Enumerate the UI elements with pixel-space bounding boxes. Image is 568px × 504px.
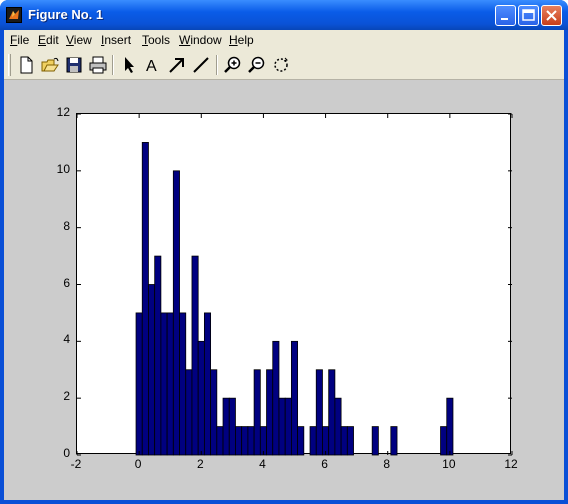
title-bar[interactable]: Figure No. 1 — [0, 0, 568, 30]
histogram-bar — [185, 369, 193, 456]
histogram-bar — [272, 340, 280, 456]
insert-arrow-icon[interactable] — [166, 54, 188, 76]
histogram-bar — [284, 397, 292, 456]
zoom-out-icon[interactable] — [246, 54, 268, 76]
histogram-bar — [135, 312, 143, 456]
x-tick-label: 6 — [321, 457, 328, 471]
histogram-bar — [446, 397, 454, 456]
histogram-bar — [322, 426, 330, 456]
histogram-bar — [160, 312, 168, 456]
x-tick-label: 0 — [134, 457, 142, 471]
histogram-bar — [371, 426, 379, 456]
menu-bar: File Edit View Insert Tools Window Help — [4, 30, 564, 50]
x-tick-label: 2 — [196, 457, 204, 471]
histogram-bar — [203, 312, 212, 456]
matlab-icon[interactable] — [6, 7, 22, 23]
histogram-bar — [172, 170, 180, 456]
histogram-bar — [247, 426, 255, 456]
rotate-3d-icon[interactable] — [270, 54, 292, 76]
figure-canvas: 0 2 4 6 8 10 12 -2 0 2 4 6 8 10 12 — [4, 80, 564, 500]
histogram-bar — [340, 426, 348, 456]
maximize-button[interactable] — [518, 5, 539, 26]
menu-view[interactable]: View — [66, 33, 92, 47]
histogram-bar — [315, 369, 323, 456]
x-tick-label: 4 — [259, 457, 266, 471]
select-arrow-icon[interactable] — [118, 54, 140, 76]
new-figure-icon[interactable] — [15, 54, 37, 76]
x-tick-label: 10 — [442, 457, 456, 471]
histogram-bar — [166, 312, 174, 456]
histogram-bar — [297, 426, 305, 456]
histogram-bar — [390, 426, 398, 456]
menu-file[interactable]: File — [10, 33, 29, 47]
histogram-bar — [334, 397, 342, 456]
histogram-bar — [228, 397, 236, 456]
x-tick-label: 8 — [383, 457, 391, 471]
menu-help[interactable]: Help — [229, 33, 254, 47]
histogram-bar — [179, 312, 187, 456]
y-tick-label: 4 — [63, 332, 70, 347]
toolbar-separator — [112, 55, 114, 75]
menu-insert[interactable]: Insert — [101, 33, 131, 47]
histogram-bar — [235, 426, 243, 456]
figure-window: Figure No. 1 File Edit View Insert Tools… — [0, 0, 568, 504]
plot-axes[interactable] — [76, 113, 513, 456]
zoom-in-icon[interactable] — [222, 54, 244, 76]
histogram-bar — [148, 284, 156, 456]
y-tick-label: 10 — [56, 161, 70, 176]
x-tick-label: -2 — [70, 457, 82, 471]
y-tick-label: 8 — [63, 218, 70, 233]
histogram-bar — [197, 340, 205, 456]
histogram-plot — [76, 113, 513, 456]
histogram-bar — [440, 426, 448, 456]
toolbar-separator — [216, 55, 218, 75]
histogram-bar — [222, 397, 230, 456]
histogram-bar — [253, 369, 261, 456]
toolbar-grip[interactable] — [8, 54, 11, 76]
print-icon[interactable] — [87, 54, 109, 76]
histogram-bar — [216, 426, 224, 456]
menu-tools[interactable]: Tools — [142, 33, 170, 47]
histogram-bar — [191, 255, 199, 456]
insert-text-icon[interactable]: A — [142, 54, 164, 76]
y-tick-label: 2 — [63, 389, 70, 404]
histogram-bar — [259, 426, 267, 456]
histogram-bar — [241, 426, 249, 456]
histogram-bar — [346, 426, 354, 456]
svg-text:A: A — [146, 58, 157, 75]
insert-line-icon[interactable] — [190, 54, 212, 76]
close-button[interactable] — [541, 5, 562, 26]
window-title: Figure No. 1 — [28, 7, 104, 22]
open-file-icon[interactable] — [39, 54, 61, 76]
minimize-button[interactable] — [495, 5, 516, 26]
histogram-bar — [141, 142, 149, 456]
histogram-bar — [154, 255, 162, 456]
histogram-bar — [266, 369, 274, 456]
menu-window[interactable]: Window — [179, 33, 222, 47]
histogram-bar — [278, 397, 286, 456]
y-tick-label: 12 — [56, 105, 70, 119]
client-area: File Edit View Insert Tools Window Help — [4, 30, 564, 500]
y-tick-label: 6 — [63, 275, 70, 290]
save-icon[interactable] — [63, 54, 85, 76]
x-tick-label: 12 — [504, 457, 518, 471]
menu-edit[interactable]: Edit — [38, 33, 59, 47]
histogram-bar — [290, 340, 299, 456]
histogram-bar — [210, 369, 218, 456]
histogram-bar — [328, 369, 336, 456]
histogram-bar — [309, 426, 317, 456]
toolbar: A — [4, 50, 564, 80]
